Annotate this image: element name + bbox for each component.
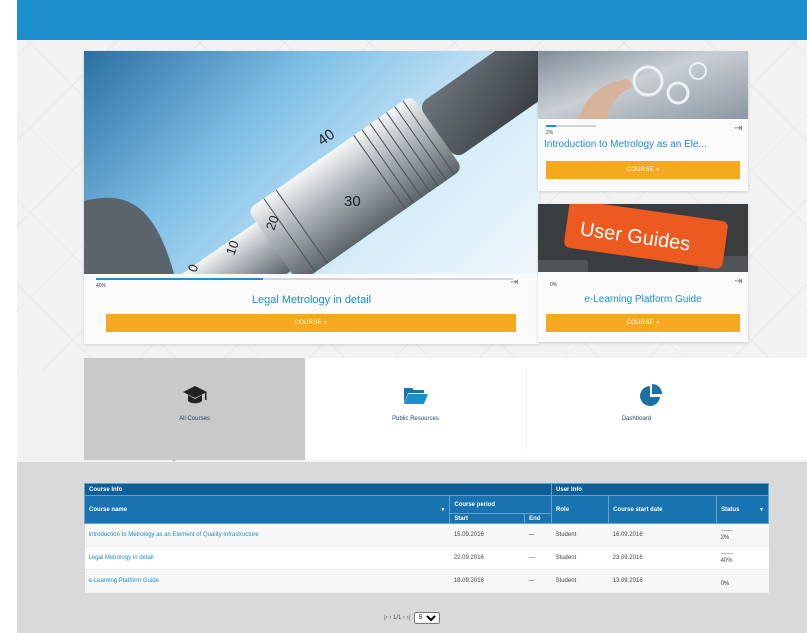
header-course-name[interactable]: Course name ▼	[83, 495, 451, 524]
micrometer-image: 40 30 20 10 0	[84, 51, 539, 274]
graduation-cap-icon	[182, 384, 208, 411]
course-progress-fill	[96, 278, 263, 280]
status: 40%	[716, 546, 769, 570]
pagination: |‹ ‹ 1/1 › ›| 5	[17, 612, 807, 624]
scale-number: 30	[344, 193, 361, 210]
header-end[interactable]: End	[524, 513, 553, 524]
table-row[interactable]: Introduction to Metrology as an Element …	[84, 523, 769, 547]
user-guides-image: User Guides	[538, 204, 748, 272]
pager-controls[interactable]: |‹ ‹ 1/1 › ›|	[384, 615, 410, 621]
course-start-date: 13.09.2016	[608, 569, 717, 593]
courses-table: Course Info User Info Course name ▼ Cours…	[83, 483, 769, 593]
course-title[interactable]: Introduction to Metrology as an Ele...	[544, 139, 744, 150]
course-progress-fill	[546, 125, 556, 127]
page-size-select[interactable]: 5	[413, 612, 440, 624]
status-progress-bar	[720, 529, 733, 531]
sort-down-icon[interactable]: ▼	[759, 507, 764, 513]
course-name-link[interactable]: Legal Metrology in detail	[84, 546, 450, 570]
quick-nav: All Courses Public Resources Dashboard	[84, 358, 807, 460]
side-course-card[interactable]: 2% ⇥ Introduction to Metrology as an Ele…	[538, 51, 748, 191]
scale-number: 40	[315, 126, 338, 149]
course-name-link[interactable]: e-Learning Platform Guide	[84, 569, 450, 593]
course-progress-label: 40%	[96, 283, 107, 289]
exit-icon[interactable]: ⇥	[734, 277, 742, 287]
pie-chart-icon	[639, 384, 663, 413]
status-progress-bar	[720, 552, 733, 554]
start-date: 18.09.2016	[449, 569, 525, 593]
course-progress-bar	[546, 125, 596, 127]
course-start-date: 16.09.2016	[608, 523, 717, 547]
exit-icon[interactable]: ⇥	[510, 278, 518, 288]
header-status-label: Status	[721, 506, 740, 513]
course-title[interactable]: Legal Metrology in detail	[84, 294, 539, 306]
side-course-card[interactable]: User Guides 0% ⇥ e-Learning Platform Gui…	[538, 204, 748, 342]
course-progress-label: 0%	[550, 282, 558, 288]
header-role[interactable]: Role	[551, 495, 610, 524]
tile-all-courses[interactable]: All Courses	[84, 358, 305, 460]
folder-open-icon	[403, 384, 429, 411]
header-status[interactable]: Status ▼	[716, 495, 769, 524]
header-course-period: Course period	[449, 495, 553, 514]
status: 2%	[716, 523, 769, 547]
header-course-name-label: Course name	[89, 506, 128, 513]
header-user-info: User Info	[551, 483, 769, 496]
status-percent: 40%	[720, 558, 733, 564]
course-progress-bar	[96, 278, 513, 280]
course-button[interactable]: COURSE »	[546, 161, 740, 179]
header-start[interactable]: Start	[449, 513, 526, 524]
status: 0%	[716, 569, 769, 593]
tile-label: All Courses	[179, 416, 210, 422]
end-date: —	[524, 569, 552, 593]
role: Student	[551, 569, 609, 593]
header-course-start-date[interactable]: Course start date	[608, 495, 718, 524]
top-navbar	[17, 0, 807, 40]
status-percent: 0%	[720, 581, 730, 587]
gears-illustration	[578, 62, 707, 119]
course-button[interactable]: COURSE »	[106, 314, 516, 332]
course-name-link[interactable]: Introduction to Metrology as an Element …	[84, 523, 450, 547]
end-date: —	[524, 523, 552, 547]
tile-public-resources[interactable]: Public Resources	[305, 358, 526, 460]
technology-hand-image	[538, 51, 748, 119]
header-course-info: Course Info	[83, 483, 553, 496]
course-start-date: 23.09.2016	[608, 546, 717, 570]
micrometer-illustration: 40 30 20 10 0	[84, 51, 539, 274]
table-row[interactable]: e-Learning Platform Guide 18.09.2016 — S…	[84, 569, 769, 593]
courses-table-panel: Course Info User Info Course name ▼ Cours…	[17, 462, 807, 633]
tile-dashboard[interactable]: Dashboard	[526, 358, 807, 460]
tile-label: Public Resources	[392, 416, 439, 422]
keyboard-key-illustration: User Guides	[538, 204, 748, 272]
role: Student	[551, 546, 609, 570]
exit-icon[interactable]: ⇥	[734, 124, 742, 134]
page-frame: 40 30 20 10 0 40% ⇥ Legal Metrology in d…	[17, 0, 807, 633]
sort-down-icon[interactable]: ▼	[440, 507, 445, 513]
end-date: —	[524, 546, 552, 570]
role: Student	[551, 523, 609, 547]
course-progress-label: 2%	[546, 130, 554, 136]
start-date: 22.09.2016	[449, 546, 525, 570]
status-percent: 2%	[720, 535, 730, 541]
tile-label: Dashboard	[621, 416, 652, 422]
course-title[interactable]: e-Learning Platform Guide	[538, 294, 748, 305]
start-date: 15.09.2016	[449, 523, 525, 547]
featured-course-card[interactable]: 40 30 20 10 0 40% ⇥ Legal Metrology in d…	[84, 51, 539, 344]
table-row[interactable]: Legal Metrology in detail 22.09.2016 — S…	[84, 546, 769, 570]
course-button[interactable]: COURSE »	[546, 314, 740, 332]
